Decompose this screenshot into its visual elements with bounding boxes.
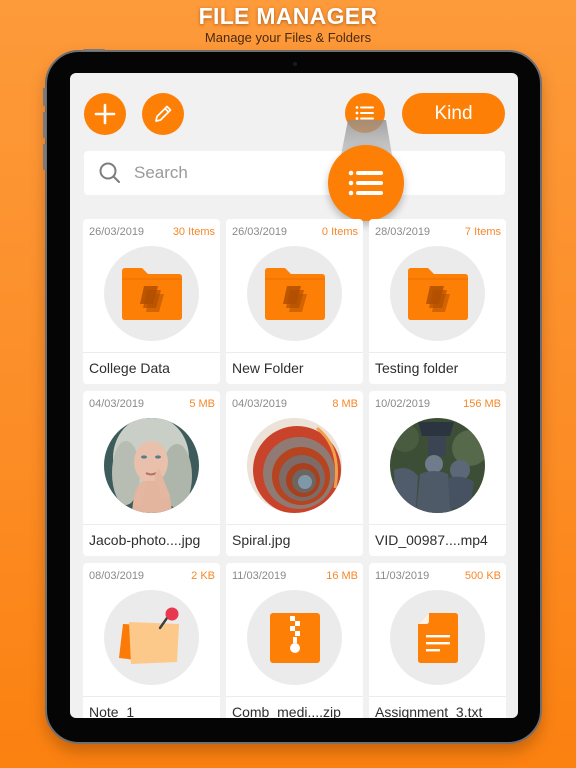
portrait-photo-image	[104, 418, 199, 513]
file-date: 28/03/2019	[375, 226, 431, 238]
card-divider	[226, 352, 363, 353]
text-document-icon	[417, 612, 458, 663]
device-side-button	[43, 144, 46, 170]
folder-icon	[264, 267, 325, 320]
file-name: Comb_medi....zip	[232, 704, 341, 718]
document-thumbnail	[390, 590, 485, 685]
file-card[interactable]: 08/03/2019 2 KB Note_1	[83, 563, 220, 718]
file-name: Note_1	[89, 704, 135, 718]
promo-title: FILE MANAGER	[198, 3, 378, 29]
file-card[interactable]: 04/03/2019 8 MB Spiral.jpg	[226, 391, 363, 556]
statue-video-image	[390, 418, 485, 513]
folder-thumbnail	[247, 246, 342, 341]
file-name: VID_00987....mp4	[375, 532, 488, 548]
file-card[interactable]: 11/03/2019 16 MB Comb_medi....zip	[226, 563, 363, 718]
file-name: Jacob-photo....jpg	[89, 532, 201, 548]
file-size: 16 MB	[326, 570, 358, 582]
card-divider	[226, 524, 363, 525]
list-view-button[interactable]	[345, 93, 385, 133]
pencil-icon	[155, 105, 172, 122]
zip-thumbnail	[247, 590, 342, 685]
file-grid: 26/03/2019 30 Items College Data 26/03/2…	[83, 219, 507, 718]
app-screen: Kind 26/03/2019 30 Items	[70, 73, 518, 718]
file-card[interactable]: 26/03/2019 0 Items New Folder	[226, 219, 363, 384]
list-view-icon	[348, 170, 383, 196]
file-size: 7 Items	[464, 226, 501, 238]
card-divider	[369, 696, 506, 697]
file-size: 30 Items	[172, 226, 215, 238]
video-thumbnail	[390, 418, 485, 513]
file-card[interactable]: 04/03/2019 5 MB Jacob-photo....jpg	[83, 391, 220, 556]
folder-thumbnail	[104, 246, 199, 341]
photo-thumbnail	[247, 418, 342, 513]
device-side-button	[43, 88, 46, 106]
file-size: 8 MB	[332, 398, 358, 410]
card-divider	[369, 524, 506, 525]
file-size: 5 MB	[189, 398, 215, 410]
file-name: Spiral.jpg	[232, 532, 291, 548]
file-date: 26/03/2019	[232, 226, 288, 238]
file-date: 26/03/2019	[89, 226, 145, 238]
file-name: Testing folder	[375, 360, 459, 376]
file-size: 2 KB	[191, 570, 215, 582]
note-thumbnail	[104, 590, 199, 685]
sticky-note-icon	[118, 607, 179, 664]
card-divider	[83, 524, 220, 525]
file-date: 10/02/2019	[375, 398, 431, 410]
file-date: 08/03/2019	[89, 570, 145, 582]
camera-dot	[293, 62, 297, 66]
file-size: 0 Items	[321, 226, 358, 238]
card-divider	[226, 696, 363, 697]
plus-icon	[94, 103, 116, 125]
add-button[interactable]	[84, 93, 126, 135]
list-view-icon	[355, 106, 374, 120]
folder-thumbnail	[390, 246, 485, 341]
file-name: New Folder	[232, 360, 304, 376]
device-top-button	[83, 49, 105, 51]
file-card[interactable]: 26/03/2019 30 Items College Data	[83, 219, 220, 384]
search-bar[interactable]	[84, 151, 505, 195]
file-date: 11/03/2019	[375, 570, 430, 582]
file-size: 156 MB	[463, 398, 501, 410]
file-date: 11/03/2019	[232, 570, 287, 582]
device-side-button	[43, 112, 46, 138]
promo-subtitle: Manage your Files & Folders	[204, 30, 372, 45]
zip-archive-icon	[269, 612, 320, 663]
search-icon	[99, 162, 120, 183]
spiral-staircase-image	[247, 418, 342, 513]
card-divider	[83, 352, 220, 353]
file-name: Assignment_3.txt	[375, 704, 483, 718]
kind-sort-button[interactable]: Kind	[402, 93, 505, 134]
file-date: 04/03/2019	[232, 398, 288, 410]
file-card[interactable]: 28/03/2019 7 Items Testing folder	[369, 219, 506, 384]
card-divider	[83, 696, 220, 697]
file-size: 500 KB	[464, 570, 501, 582]
edit-button[interactable]	[142, 93, 184, 135]
folder-icon	[407, 267, 468, 320]
card-divider	[369, 352, 506, 353]
file-card[interactable]: 11/03/2019 500 KB Assignment_3.txt	[369, 563, 506, 718]
photo-thumbnail	[104, 418, 199, 513]
folder-icon	[121, 267, 182, 320]
file-date: 04/03/2019	[89, 398, 145, 410]
file-card[interactable]: 10/02/2019 156 MB VID_00987....mp4	[369, 391, 506, 556]
list-view-magnified-button[interactable]	[328, 145, 404, 221]
file-name: College Data	[89, 360, 170, 376]
